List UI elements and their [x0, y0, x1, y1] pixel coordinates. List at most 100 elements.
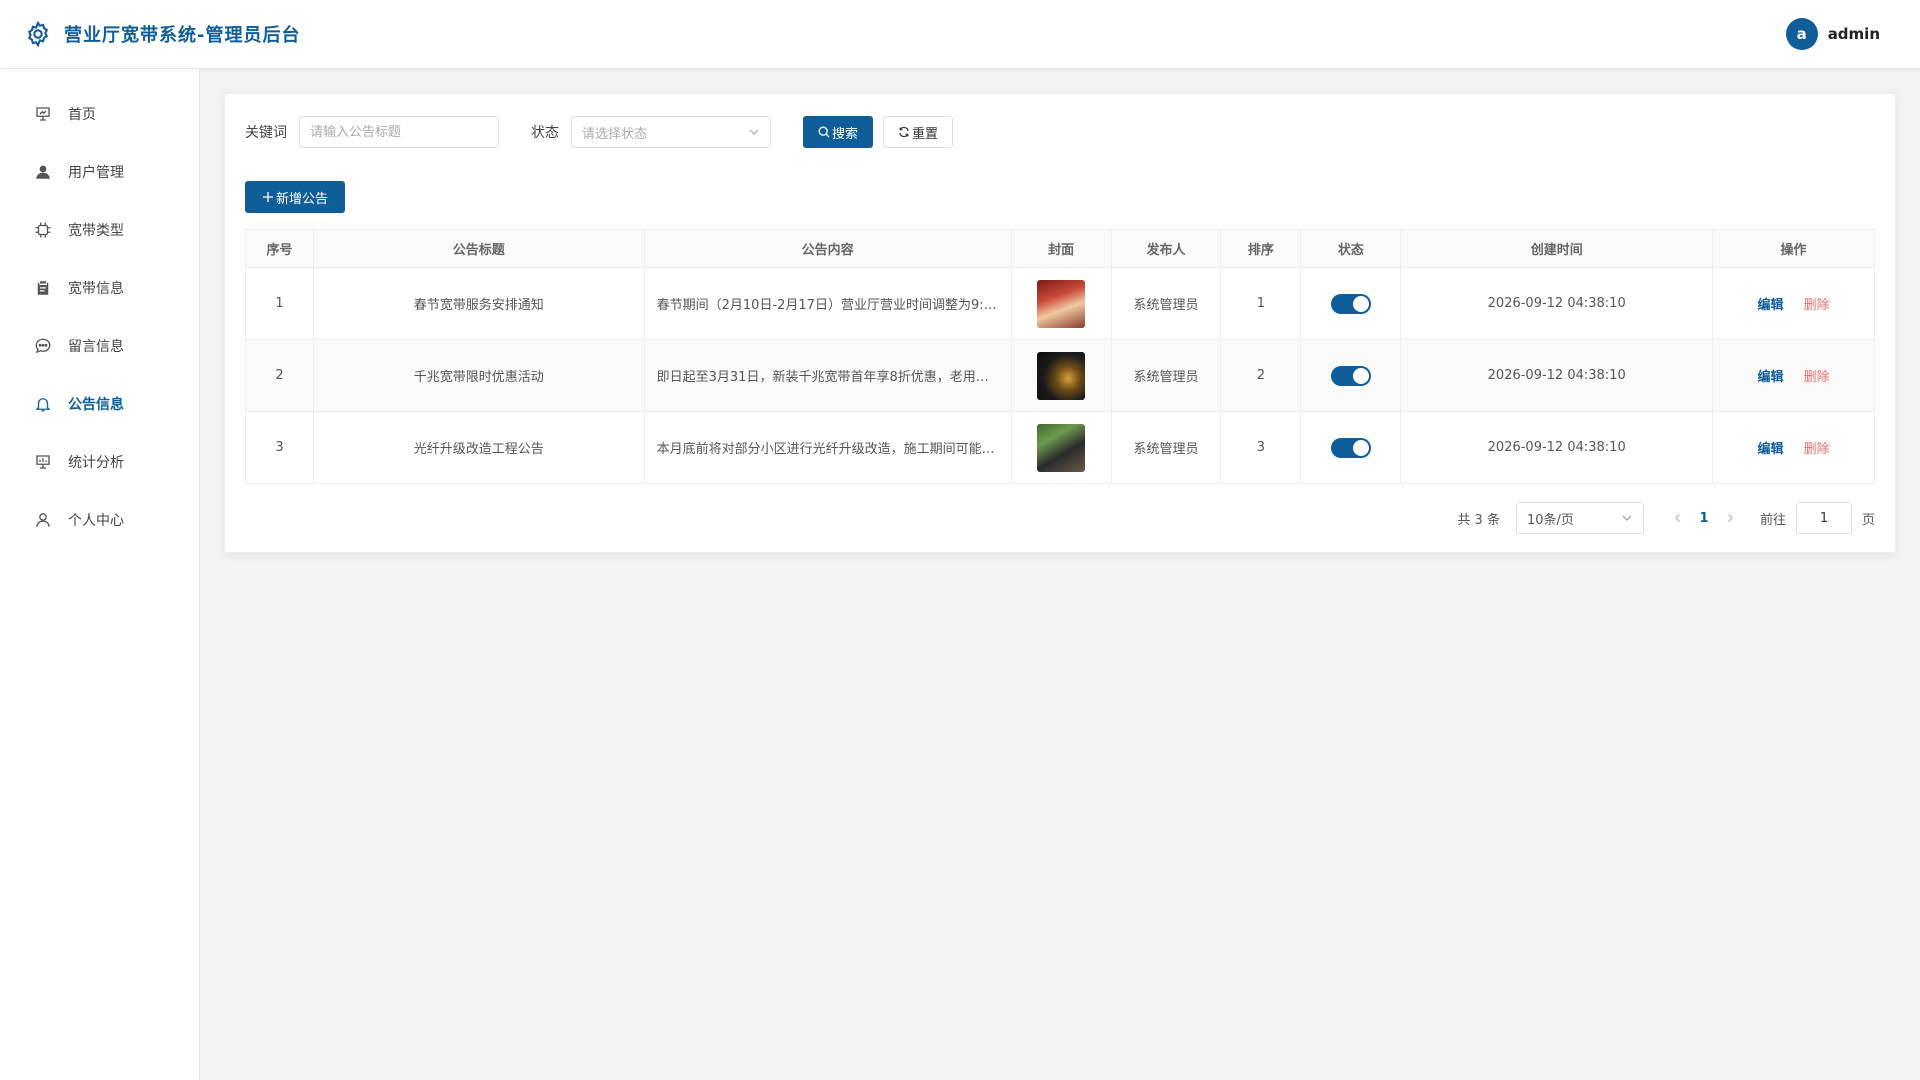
chevron-down-icon: [1621, 512, 1633, 524]
row-publisher: 系统管理员: [1110, 411, 1222, 484]
column-header: 公告内容: [643, 229, 1012, 268]
sidebar-item-label: 用户管理: [68, 165, 124, 181]
pagination-total: 共 3 条: [1457, 512, 1500, 528]
status-toggle[interactable]: [1330, 365, 1371, 386]
row-publisher: 系统管理员: [1110, 267, 1222, 340]
sidebar-item-label: 宽带信息: [68, 281, 124, 297]
row-sort: 1: [1220, 267, 1302, 340]
column-header: 公告标题: [312, 229, 645, 268]
page-size-select[interactable]: 10条/页: [1515, 502, 1644, 534]
column-header: 封面: [1010, 229, 1112, 268]
chip-icon: [34, 221, 52, 239]
delete-button[interactable]: 删除: [1804, 298, 1830, 313]
status-select[interactable]: 请选择状态: [571, 116, 771, 148]
row-created-time: 2026-09-12 04:38:10: [1400, 339, 1714, 412]
presentation-icon: [34, 105, 52, 123]
sidebar-item-home[interactable]: 首页: [0, 85, 199, 143]
sidebar-item-label: 个人中心: [68, 513, 124, 529]
toggle-knob: [1352, 439, 1369, 456]
table-header-row: 序号 公告标题 公告内容 封面 发布人 排序 状态 创建时间 操作: [245, 229, 1875, 268]
sidebar-item-messages[interactable]: 留言信息: [0, 317, 199, 375]
table-row: 1 春节宽带服务安排通知 春节期间（2月10日-2月17日）营业厅营业时间调整为…: [245, 267, 1875, 340]
sidebar-item-broadband-types[interactable]: 宽带类型: [0, 201, 199, 259]
table-row: 3 光纤升级改造工程公告 本月底前将对部分小区进行光纤升级改造，施工期间可能出现…: [245, 411, 1875, 484]
row-created-time: 2026-09-12 04:38:10: [1400, 411, 1714, 484]
user-icon: [34, 163, 52, 181]
edit-button[interactable]: 编辑: [1757, 370, 1783, 385]
app-title: 营业厅宽带系统-管理员后台: [64, 25, 301, 46]
status-toggle[interactable]: [1330, 437, 1371, 458]
clipboard-icon: [34, 279, 52, 297]
delete-button[interactable]: 删除: [1804, 442, 1830, 457]
sidebar: 首页 用户管理 宽带类型 宽带信息 留言信息 公告信息 统计分析 个人中心: [0, 69, 200, 1080]
row-created-time: 2026-09-12 04:38:10: [1400, 267, 1714, 340]
chart-board-icon: [34, 453, 52, 471]
user-name[interactable]: admin: [1828, 25, 1880, 43]
user-outline-icon: [34, 511, 52, 529]
status-select-placeholder: 请选择状态: [582, 126, 648, 142]
chevron-right-icon: [1728, 514, 1733, 522]
row-index: 3: [245, 411, 314, 484]
bell-icon: [34, 395, 52, 413]
goto-label: 前往: [1759, 512, 1786, 528]
page-size-value: 10条/页: [1526, 512, 1574, 528]
sidebar-item-statistics[interactable]: 统计分析: [0, 433, 199, 491]
edit-button[interactable]: 编辑: [1757, 442, 1783, 457]
reset-button-label: 重置: [912, 126, 939, 142]
filter-bar: 关键词 状态 请选择状态 搜索 重置: [245, 116, 954, 148]
sidebar-item-announcements[interactable]: 公告信息: [0, 375, 199, 433]
row-title: 光纤升级改造工程公告: [312, 411, 645, 484]
prev-page-button[interactable]: [1668, 513, 1688, 523]
chevron-left-icon: [1675, 514, 1680, 522]
toggle-knob: [1352, 367, 1369, 384]
reset-button[interactable]: 重置: [883, 116, 954, 148]
row-content: 春节期间（2月10日-2月17日）营业厅营业时间调整为9:00-17:00，宽带…: [656, 298, 999, 313]
sidebar-item-label: 首页: [68, 107, 96, 123]
cover-image[interactable]: [1037, 279, 1086, 328]
sidebar-item-broadband-info[interactable]: 宽带信息: [0, 259, 199, 317]
search-button-label: 搜索: [832, 126, 859, 142]
keyword-input[interactable]: [299, 116, 499, 148]
refresh-icon: [898, 126, 910, 138]
sidebar-item-label: 留言信息: [68, 339, 124, 355]
page-number-current[interactable]: 1: [1688, 511, 1720, 526]
avatar[interactable]: a: [1785, 18, 1818, 50]
cover-image[interactable]: [1037, 351, 1086, 400]
cover-image[interactable]: [1037, 423, 1086, 472]
search-button[interactable]: 搜索: [803, 116, 874, 148]
sidebar-item-label: 宽带类型: [68, 223, 124, 239]
column-header: 状态: [1300, 229, 1402, 268]
row-publisher: 系统管理员: [1110, 339, 1222, 412]
chat-icon: [34, 337, 52, 355]
goto-page-input[interactable]: [1795, 502, 1852, 534]
column-header: 创建时间: [1400, 229, 1714, 268]
status-label: 状态: [531, 125, 559, 141]
status-toggle[interactable]: [1330, 293, 1371, 314]
user-menu[interactable]: a admin: [1785, 18, 1880, 50]
add-announcement-label: 新增公告: [276, 191, 329, 207]
pagination: 共 3 条 10条/页 1 前往 页: [1457, 502, 1875, 534]
sidebar-item-profile[interactable]: 个人中心: [0, 491, 199, 549]
sidebar-item-users[interactable]: 用户管理: [0, 143, 199, 201]
toggle-knob: [1352, 295, 1369, 312]
row-title: 千兆宽带限时优惠活动: [312, 339, 645, 412]
column-header: 操作: [1712, 229, 1875, 268]
sidebar-item-label: 统计分析: [68, 455, 124, 471]
row-index: 2: [245, 339, 314, 412]
add-announcement-button[interactable]: 新增公告: [245, 181, 346, 213]
announcement-panel: 关键词 状态 请选择状态 搜索 重置 新增公告: [224, 93, 1896, 553]
column-header: 序号: [245, 229, 314, 268]
gear-icon: [24, 20, 52, 48]
search-icon: [818, 126, 830, 138]
plus-icon: [262, 191, 274, 203]
row-index: 1: [245, 267, 314, 340]
sidebar-item-label: 公告信息: [68, 397, 124, 413]
goto-suffix: 页: [1861, 512, 1875, 528]
announcement-table: 序号 公告标题 公告内容 封面 发布人 排序 状态 创建时间 操作 1 春节宽带…: [245, 229, 1875, 484]
column-header: 发布人: [1110, 229, 1222, 268]
row-sort: 2: [1220, 339, 1302, 412]
edit-button[interactable]: 编辑: [1757, 298, 1783, 313]
next-page-button[interactable]: [1720, 513, 1740, 523]
delete-button[interactable]: 删除: [1804, 370, 1830, 385]
keyword-label: 关键词: [245, 125, 287, 141]
